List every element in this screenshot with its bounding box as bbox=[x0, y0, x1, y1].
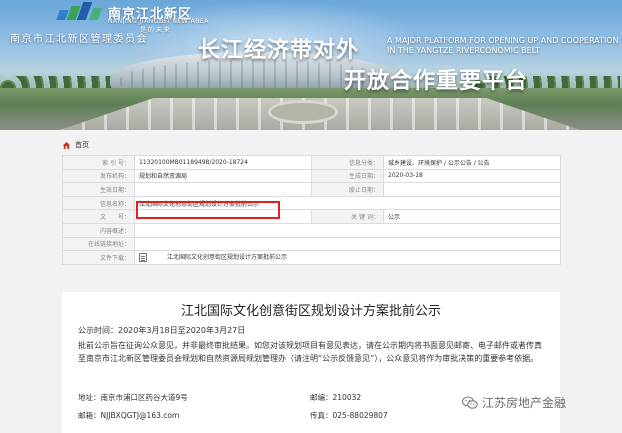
expiry-date-label: 废止日期： bbox=[311, 182, 384, 197]
created-date-value: 2020-03-18 bbox=[383, 168, 561, 184]
online-link-value[interactable] bbox=[134, 236, 561, 252]
keywords-value: 公示 bbox=[383, 209, 561, 224]
effective-date-label: 生效日期： bbox=[62, 182, 135, 197]
article-title: 江北国际文化创意街区规划设计方案批前公示 bbox=[180, 304, 441, 319]
created-date-label: 生成日期： bbox=[311, 168, 384, 184]
category-value: 城乡建设、环境保护 / 公示公告 / 公告 bbox=[383, 155, 561, 170]
slogan-line2: 开放合作重要平台 bbox=[344, 69, 529, 94]
table-row: 在线链接地址： bbox=[62, 236, 561, 252]
home-icon[interactable] bbox=[62, 141, 71, 150]
file-icon[interactable] bbox=[139, 253, 147, 263]
breadcrumb-home-link[interactable]: 首页 bbox=[75, 140, 89, 150]
article: 江北国际文化创意街区规划设计方案批前公示 公示时间：2020年3月18日至202… bbox=[62, 292, 560, 433]
expiry-date-value bbox=[383, 182, 561, 197]
table-row: 生效日期： 废止日期： bbox=[62, 182, 561, 197]
slogan-en: A MAJOR PLATFORM FOR OPENING UP AND COOP… bbox=[387, 36, 619, 55]
watermark: 江苏房地产金融 bbox=[462, 394, 566, 411]
breadcrumb: 首页 bbox=[62, 139, 89, 151]
table-row: 发布机构： 规划和自然资源局 生成日期： 2020-03-18 bbox=[62, 168, 561, 184]
effective-date-value bbox=[134, 182, 312, 197]
info-name-label: 信息名称： bbox=[62, 195, 135, 211]
summary-value bbox=[134, 222, 561, 238]
watermark-text: 江苏房地产金融 bbox=[482, 396, 567, 410]
banner-plaza bbox=[268, 100, 338, 124]
online-link-label: 在线链接地址： bbox=[62, 236, 135, 252]
wechat-icon bbox=[462, 396, 478, 409]
category-label: 信息分类： bbox=[311, 155, 384, 170]
publisher-label: 发布机构： bbox=[62, 168, 135, 184]
download-link[interactable]: 江北国际文化创意街区规划设计方案批前公示 bbox=[167, 254, 287, 261]
contact-postcode: 邮编：210032 bbox=[310, 393, 362, 402]
table-row: 索 引 号： 11320100MB01189498/2020-18724 信息分… bbox=[62, 155, 561, 170]
org-name-en: NANJING JIANGBEI NEW AREA bbox=[108, 18, 209, 25]
slogan-line1: 长江经济带对外 bbox=[198, 38, 360, 63]
contact-email[interactable]: 邮箱：NJJBXQGTJ@163.com bbox=[78, 410, 310, 421]
header-banner: 南京江北新区 NANJING JIANGBEI NEW AREA 是 的 未 来… bbox=[0, 0, 622, 130]
download-label: 文件下载： bbox=[62, 250, 135, 265]
summary-label: 内容概述： bbox=[62, 222, 135, 238]
contact-row: 邮箱：NJJBXQGTJ@163.com 传真：025-88029807 bbox=[78, 410, 388, 421]
article-date: 公示时间：2020年3月18日至2020年3月27日 bbox=[78, 326, 246, 335]
info-name-highlight bbox=[136, 201, 280, 219]
table-row: 内容概述： bbox=[62, 222, 561, 238]
article-body: 批前公示旨在征询公众意见，并非最终审批结果。如您对该规划项目有意见表达，请在公示… bbox=[78, 341, 542, 363]
contact-address: 地址：南京市浦口区药谷大道9号 bbox=[78, 393, 188, 402]
org-full-name: 南京市江北新区管理委员会 bbox=[10, 34, 148, 45]
contact-fax: 传真：025-88029807 bbox=[310, 411, 388, 420]
index-value: 11320100MB01189498/2020-18724 bbox=[134, 155, 312, 170]
org-logo-icon[interactable] bbox=[56, 2, 103, 20]
keywords-label: 关 键 词： bbox=[311, 209, 384, 224]
doc-number-label: 文 号： bbox=[62, 209, 135, 224]
table-row: 文件下载： 江北国际文化创意街区规划设计方案批前公示 bbox=[62, 250, 561, 265]
index-label: 索 引 号： bbox=[62, 155, 135, 170]
download-cell: 江北国际文化创意街区规划设计方案批前公示 bbox=[134, 250, 561, 265]
contact-row: 地址：南京市浦口区药谷大道9号 邮编：210032 bbox=[78, 392, 361, 403]
publisher-value: 规划和自然资源局 bbox=[134, 168, 312, 184]
